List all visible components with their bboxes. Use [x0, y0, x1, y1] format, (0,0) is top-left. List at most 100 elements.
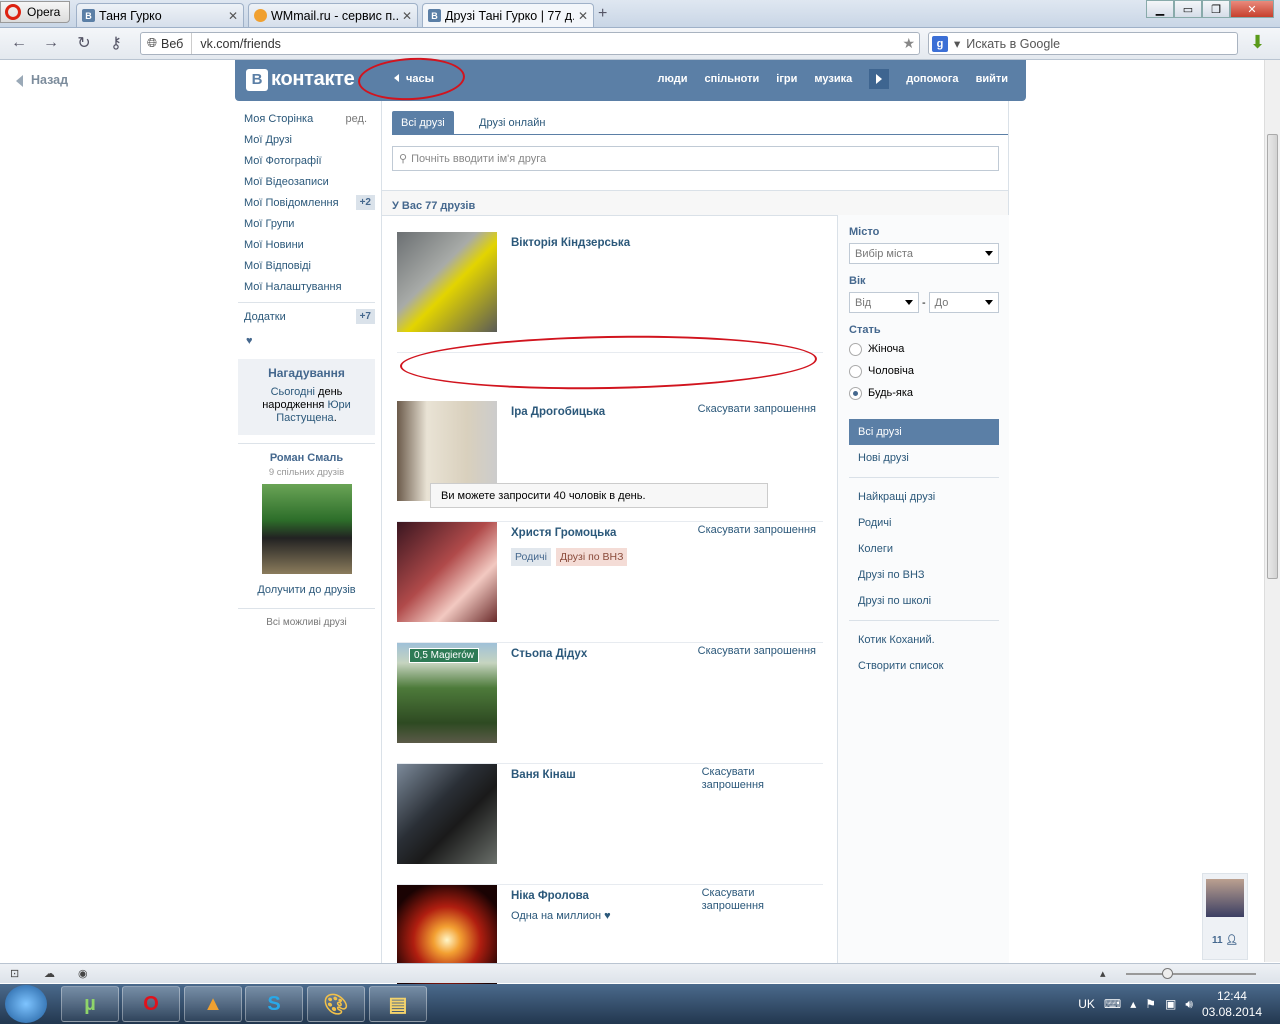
today-link[interactable]: Сьогодні [271, 386, 315, 398]
nav-communities[interactable]: спільноти [704, 73, 759, 85]
friend-name[interactable]: Вікторія Кіндзерська [511, 237, 630, 249]
google-search-field[interactable]: g ▾ Искать в Google [928, 32, 1238, 55]
cancel-invite-link[interactable]: Скасувати запрошення [698, 403, 816, 416]
new-tab-icon[interactable]: + [598, 5, 607, 23]
scrollbar-thumb[interactable] [1267, 134, 1278, 579]
keyboard-icon[interactable]: ⌨ [1104, 997, 1121, 1011]
friend-photo[interactable] [397, 764, 497, 864]
suggested-friend-photo[interactable] [261, 484, 352, 574]
tile-icon[interactable]: ▭ [1174, 0, 1202, 18]
list-school-friends[interactable]: Друзі по школі [849, 588, 999, 614]
language-indicator[interactable]: UK [1078, 997, 1095, 1011]
list-custom[interactable]: Котик Коханий. [849, 627, 999, 653]
create-list-link[interactable]: Створити список [849, 653, 999, 679]
close-tab-icon[interactable]: ✕ [578, 9, 588, 23]
sidebar-item-videos[interactable]: Мої Відеозаписи [238, 171, 375, 192]
edit-link[interactable]: ред. [346, 113, 375, 125]
key-icon[interactable]: ⚷ [107, 34, 125, 52]
list-colleagues[interactable]: Колеги [849, 536, 999, 562]
sidebar-item-answers[interactable]: Мої Відповіді [238, 255, 375, 276]
aimp-taskbar-icon[interactable]: ▲ [184, 986, 242, 1022]
sidebar-item-my-page[interactable]: Моя Сторінка ред. [238, 108, 375, 129]
back-arrow-icon[interactable]: ← [10, 34, 28, 52]
speed-dial-icon[interactable]: ◉ [78, 967, 92, 980]
chevron-down-icon[interactable]: ▾ [954, 36, 960, 51]
close-tab-icon[interactable]: ✕ [402, 9, 412, 23]
vertical-scrollbar[interactable] [1264, 60, 1280, 962]
close-window-icon[interactable]: ✕ [1230, 0, 1274, 18]
sidebar-item-groups[interactable]: Мої Групи [238, 213, 375, 234]
utorrent-taskbar-icon[interactable]: µ [61, 986, 119, 1022]
list-all-friends[interactable]: Всі друзі [849, 419, 999, 445]
bookmark-star-icon[interactable]: ★ [902, 35, 915, 52]
sex-male-radio[interactable]: Чоловіча [849, 363, 1009, 379]
minimize-icon[interactable]: ▁ [1146, 0, 1174, 18]
explorer-taskbar-icon[interactable]: ▤ [369, 986, 427, 1022]
nav-music[interactable]: музика [814, 73, 852, 85]
sidebar-item-settings[interactable]: Мої Налаштування [238, 276, 375, 297]
list-new-friends[interactable]: Нові друзі [849, 445, 999, 471]
friend-photo[interactable] [397, 522, 497, 622]
friend-name[interactable]: Іра Дрогобицька [511, 406, 605, 418]
sidebar-item-friends[interactable]: Мої Друзі [238, 129, 375, 150]
sidebar-item-photos[interactable]: Мої Фотографії [238, 150, 375, 171]
nav-games[interactable]: ігри [776, 73, 797, 85]
vk-logo[interactable]: В контакте [246, 68, 355, 91]
reload-icon[interactable]: ↻ [75, 34, 93, 52]
nav-logout[interactable]: вийти [976, 73, 1008, 85]
age-to-select[interactable]: До [928, 292, 999, 313]
tab-tanya-gurko[interactable]: В Таня Гурко ✕ [76, 3, 244, 27]
avatar[interactable] [1206, 879, 1244, 917]
list-university-friends[interactable]: Друзі по ВНЗ [849, 562, 999, 588]
age-from-select[interactable]: Від [849, 292, 919, 313]
friend-name[interactable]: Христя Громоцька [511, 527, 616, 539]
tag-university-friends[interactable]: Друзі по ВНЗ [555, 548, 628, 566]
sex-any-radio[interactable]: Будь-яка [849, 385, 1009, 401]
cloud-icon[interactable]: ☁ [44, 967, 58, 980]
panel-toggle-icon[interactable]: ⊡ [10, 967, 24, 980]
play-icon[interactable] [869, 69, 890, 89]
list-relatives[interactable]: Родичі [849, 510, 999, 536]
tab-friends-online[interactable]: Друзі онлайн [470, 111, 554, 134]
tab-all-friends[interactable]: Всі друзі [392, 111, 454, 134]
tab-friends[interactable]: В Друзі Тані Гурко | 77 д... ✕ [422, 3, 594, 27]
forward-arrow-icon[interactable]: → [42, 34, 60, 52]
add-friend-link[interactable]: Долучити до друзів [238, 584, 375, 596]
maximize-icon[interactable]: ❐ [1202, 0, 1230, 18]
friend-name[interactable]: Ніка Фролова [511, 890, 589, 902]
sidebar-item-news[interactable]: Мої Новини [238, 234, 375, 255]
zoom-slider-knob[interactable] [1162, 968, 1173, 979]
city-select[interactable]: Вибір міста [849, 243, 999, 264]
download-icon[interactable]: ⬇ [1250, 32, 1270, 54]
zoom-slider[interactable] [1126, 968, 1256, 979]
skype-taskbar-icon[interactable]: S [245, 986, 303, 1022]
friend-name[interactable]: Ваня Кінаш [511, 769, 576, 781]
cancel-invite-link[interactable]: Скасувати запрошення [698, 524, 816, 537]
cancel-invite-link[interactable]: Скасувати запрошення [698, 645, 816, 658]
list-best-friends[interactable]: Найкращі друзі [849, 484, 999, 510]
clock[interactable]: 12:44 03.08.2014 [1202, 988, 1262, 1020]
volume-icon[interactable]: 🔊︎ [1185, 997, 1193, 1012]
start-button[interactable] [5, 985, 47, 1023]
opera-taskbar-icon[interactable]: O [122, 986, 180, 1022]
sidebar-item-messages[interactable]: Мої Повідомлення +2 [238, 192, 375, 213]
opera-menu-button[interactable]: Opera [0, 1, 70, 23]
paint-taskbar-icon[interactable]: 🎨︎ [307, 986, 365, 1022]
nav-people[interactable]: люди [657, 73, 687, 85]
cancel-invite-link[interactable]: Скасувати запрошення [702, 887, 764, 913]
tab-wmmail[interactable]: WMmail.ru - сервис п... ✕ [248, 3, 418, 27]
heart-icon[interactable]: ♥ [238, 327, 375, 347]
address-bar[interactable]: 🌐︎ Веб vk.com/friends ★ [140, 32, 920, 55]
flag-icon[interactable]: ⚑ [1145, 997, 1156, 1011]
back-link[interactable]: Назад [16, 73, 68, 87]
cancel-invite-link[interactable]: Скасувати запрошення [702, 766, 764, 792]
sidebar-item-apps[interactable]: Додатки +7 [238, 306, 375, 327]
friend-photo[interactable] [397, 232, 497, 332]
tray-up-icon[interactable]: ▴ [1130, 997, 1136, 1011]
close-tab-icon[interactable]: ✕ [228, 9, 238, 23]
scroll-up-icon[interactable]: ▴ [1100, 967, 1114, 980]
nav-help[interactable]: допомога [906, 73, 958, 85]
friend-search-input[interactable]: ⚲ Почніть вводити ім'я друга [392, 146, 999, 171]
chat-widget[interactable]: 11 👤︎ [1202, 873, 1248, 960]
sex-female-radio[interactable]: Жіноча [849, 341, 1009, 357]
